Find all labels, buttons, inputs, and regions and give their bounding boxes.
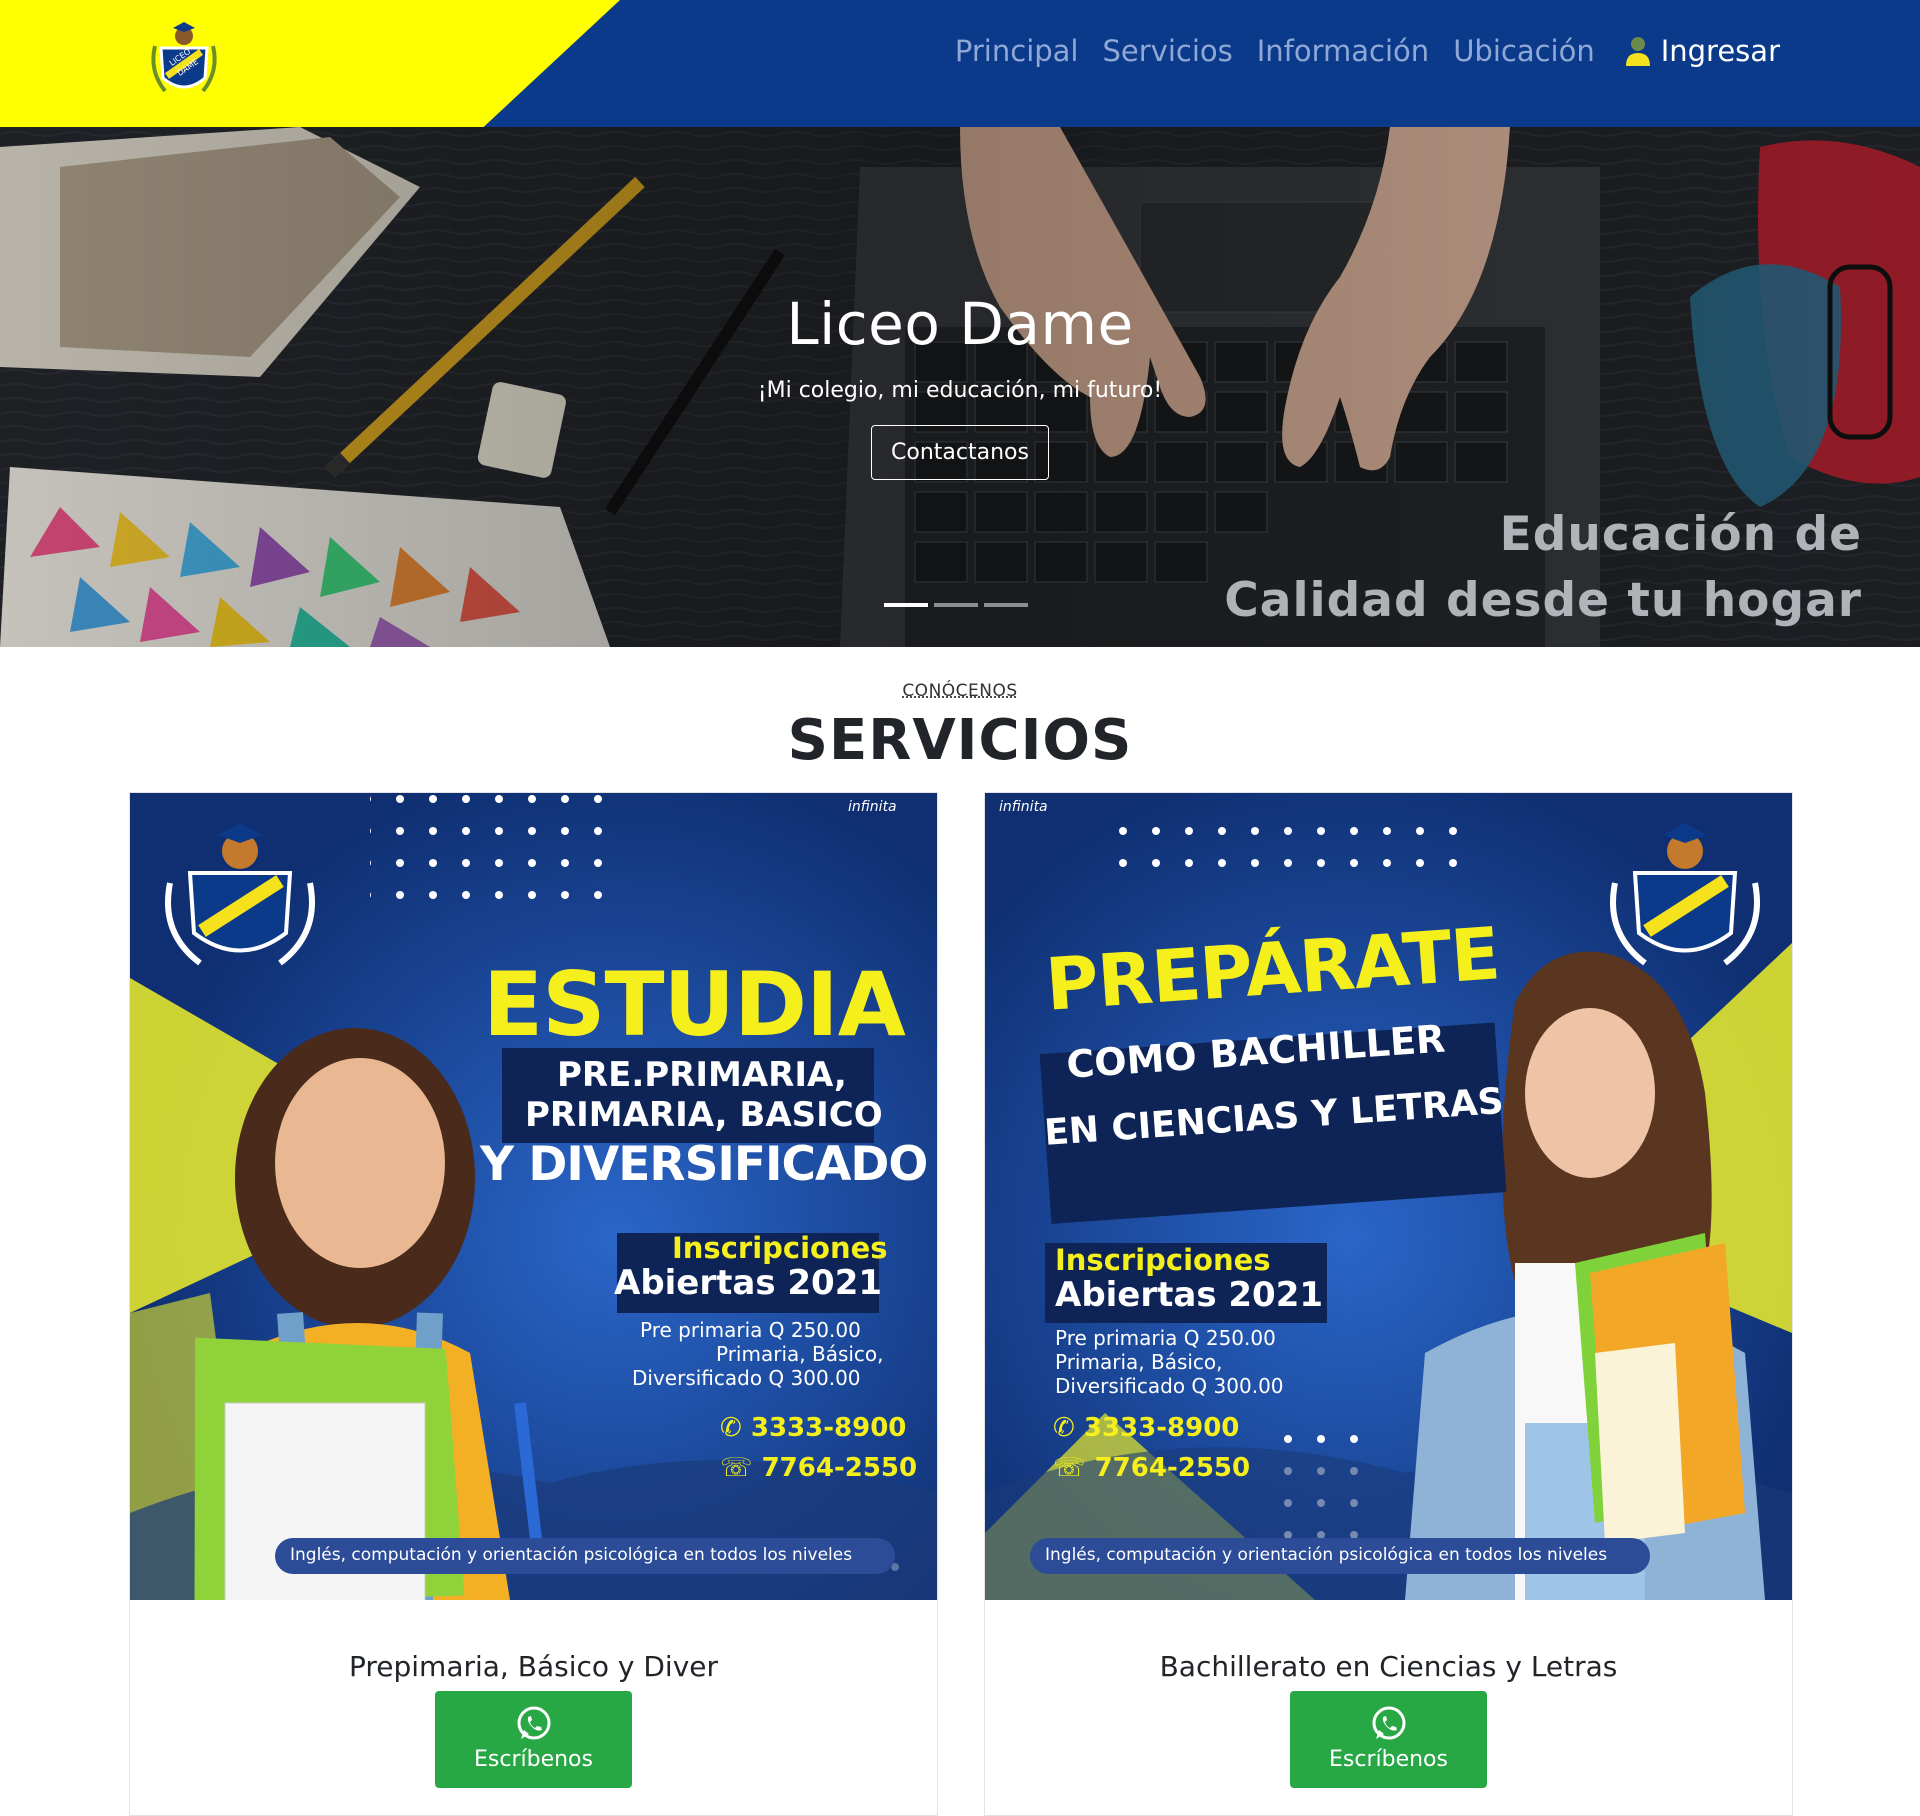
navbar: LICEO DAME Principal Servicios Informaci… — [0, 0, 1920, 127]
poster1-phone2-number: 7764-2550 — [761, 1453, 918, 1483]
poster2-brand: infinita — [999, 799, 1048, 815]
hero-overlay-line2: Calidad desde tu hogar — [1224, 573, 1862, 628]
poster1-line1: PRE.PRIMARIA, — [557, 1055, 847, 1095]
carousel-indicator-1[interactable] — [884, 603, 928, 607]
user-icon — [1625, 35, 1651, 67]
whatsapp-icon: ✆ — [1053, 1413, 1075, 1443]
carousel-indicator-3[interactable] — [984, 603, 1028, 607]
poster1-phone2: ☏ 7764-2550 — [720, 1453, 917, 1483]
poster2-inscripciones: Inscripciones — [1055, 1243, 1271, 1277]
hero-overlay-slogan: Educación de Calidad desde tu hogar — [1224, 502, 1862, 634]
poster1-brand: infinita — [848, 799, 897, 815]
whatsapp-icon: ✆ — [720, 1413, 742, 1443]
hero-carousel: Liceo Dame ¡Mi colegio, mi educación, mi… — [0, 127, 1920, 647]
whatsapp-icon — [517, 1706, 550, 1740]
navbar-yellow-accent — [0, 0, 620, 127]
whatsapp-button-primaria[interactable]: Escríbenos — [435, 1691, 632, 1788]
hero-subtitle: ¡Mi colegio, mi educación, mi futuro! — [757, 378, 1163, 403]
poster2-abiertas: Abiertas 2021 — [1055, 1275, 1324, 1315]
poster1-footer: Inglés, computación y orientación psicol… — [290, 1545, 853, 1565]
carousel-indicators — [884, 603, 1028, 607]
phone-icon: ☏ — [1053, 1453, 1086, 1483]
whatsapp-icon — [1372, 1706, 1405, 1740]
login-label: Ingresar — [1660, 34, 1780, 68]
poster-estudia: ESTUDIA PRE.PRIMARIA, PRIMARIA, BASICO Y… — [130, 793, 937, 1600]
poster1-price2: Primaria, Básico, — [716, 1342, 884, 1366]
nav-link-principal[interactable]: Principal — [955, 34, 1079, 68]
service-card-primaria: ESTUDIA PRE.PRIMARIA, PRIMARIA, BASICO Y… — [129, 792, 938, 1816]
poster2-price1: Pre primaria Q 250.00 — [1055, 1326, 1276, 1350]
poster2-price2: Primaria, Básico, — [1055, 1350, 1223, 1374]
poster1-price1: Pre primaria Q 250.00 — [640, 1318, 861, 1342]
poster1-line3: Y DIVERSIFICADO — [480, 1137, 928, 1192]
school-logo[interactable]: LICEO DAME — [145, 16, 223, 102]
poster2-phone2-number: 7764-2550 — [1094, 1453, 1251, 1483]
carousel-indicator-2[interactable] — [934, 603, 978, 607]
poster-preparate: PREPÁRATE COMO BACHILLER EN CIENCIAS Y L… — [985, 793, 1792, 1600]
contact-button[interactable]: Contactanos — [871, 425, 1049, 480]
poster1-price3: Diversificado Q 300.00 — [632, 1366, 861, 1390]
poster1-line2: PRIMARIA, BASICO — [525, 1095, 883, 1135]
poster1-abiertas: Abiertas 2021 — [614, 1263, 883, 1303]
hero-overlay-line1: Educación de — [1499, 507, 1862, 562]
hero-title: Liceo Dame — [786, 290, 1134, 358]
poster1-inscripciones: Inscripciones — [672, 1231, 888, 1265]
poster1-phone1: ✆ 3333-8900 — [720, 1413, 906, 1443]
poster1-headline: ESTUDIA — [483, 953, 906, 1056]
nav-link-ubicacion[interactable]: Ubicación — [1453, 34, 1595, 68]
hero-caption: Liceo Dame ¡Mi colegio, mi educación, mi… — [0, 290, 1920, 480]
main-nav: Principal Servicios Información Ubicació… — [955, 34, 1780, 68]
poster2-price3: Diversificado Q 300.00 — [1055, 1374, 1284, 1398]
nav-link-informacion[interactable]: Información — [1257, 34, 1429, 68]
poster2-phone1-number: 3333-8900 — [1083, 1413, 1240, 1443]
whatsapp-button-label: Escríbenos — [474, 1747, 593, 1772]
phone-icon: ☏ — [720, 1453, 753, 1483]
poster1-phone1-number: 3333-8900 — [750, 1413, 907, 1443]
card-title-bachillerato: Bachillerato en Ciencias y Letras — [1159, 1650, 1618, 1683]
section-eyebrow: CONÓCENOS — [902, 681, 1018, 701]
card-title-primaria: Prepimaria, Básico y Diver — [348, 1650, 719, 1683]
whatsapp-button-label: Escríbenos — [1329, 1747, 1448, 1772]
nav-link-servicios[interactable]: Servicios — [1102, 34, 1232, 68]
whatsapp-button-bachillerato[interactable]: Escríbenos — [1290, 1691, 1487, 1788]
login-link[interactable]: Ingresar — [1625, 34, 1780, 68]
section-title: SERVICIOS — [787, 708, 1133, 773]
poster2-footer: Inglés, computación y orientación psicol… — [1045, 1545, 1608, 1565]
service-card-bachillerato: PREPÁRATE COMO BACHILLER EN CIENCIAS Y L… — [984, 792, 1793, 1816]
poster2-phone1: ✆ 3333-8900 — [1053, 1413, 1239, 1443]
poster2-phone2: ☏ 7764-2550 — [1053, 1453, 1250, 1483]
